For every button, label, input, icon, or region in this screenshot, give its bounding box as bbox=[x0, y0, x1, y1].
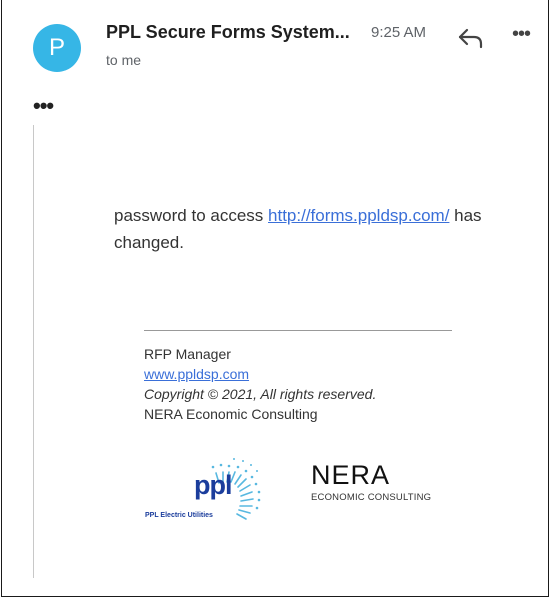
email-view: P PPL Secure Forms System... 9:25 AM •••… bbox=[1, 0, 549, 597]
nera-logo-text: NERA bbox=[311, 460, 391, 490]
sender-avatar[interactable]: P bbox=[33, 24, 81, 72]
nera-logo-subtitle: ECONOMIC CONSULTING bbox=[311, 492, 432, 503]
recipient-label[interactable]: to me bbox=[106, 52, 141, 68]
message-body: password to access http://forms.ppldsp.c… bbox=[114, 202, 524, 256]
reply-icon bbox=[458, 28, 483, 49]
message-text: password to access bbox=[114, 206, 269, 225]
timestamp: 9:25 AM bbox=[371, 24, 427, 41]
more-options-button[interactable]: ••• bbox=[512, 23, 531, 46]
company-name: NERA Economic Consulting bbox=[144, 406, 318, 422]
signature-name: RFP Manager bbox=[144, 346, 231, 362]
website-link[interactable]: www.ppldsp.com bbox=[144, 364, 376, 384]
ppl-logo-text: ppl bbox=[194, 470, 232, 500]
quote-divider bbox=[33, 125, 34, 578]
copyright-text: Copyright © 2021, All rights reserved. bbox=[144, 386, 377, 402]
signature-divider bbox=[144, 330, 452, 331]
ppl-logo-subtitle: PPL Electric Utilities bbox=[145, 512, 213, 519]
signature-block: RFP Manager www.ppldsp.com Copyright © 2… bbox=[144, 344, 376, 424]
show-trimmed-content-button[interactable]: ••• bbox=[33, 93, 54, 119]
forms-link[interactable]: http://forms.ppldsp.com/ bbox=[268, 206, 449, 225]
sender-name[interactable]: PPL Secure Forms System... bbox=[106, 22, 350, 43]
reply-button[interactable] bbox=[456, 26, 486, 50]
more-options-icon: ••• bbox=[512, 23, 531, 45]
